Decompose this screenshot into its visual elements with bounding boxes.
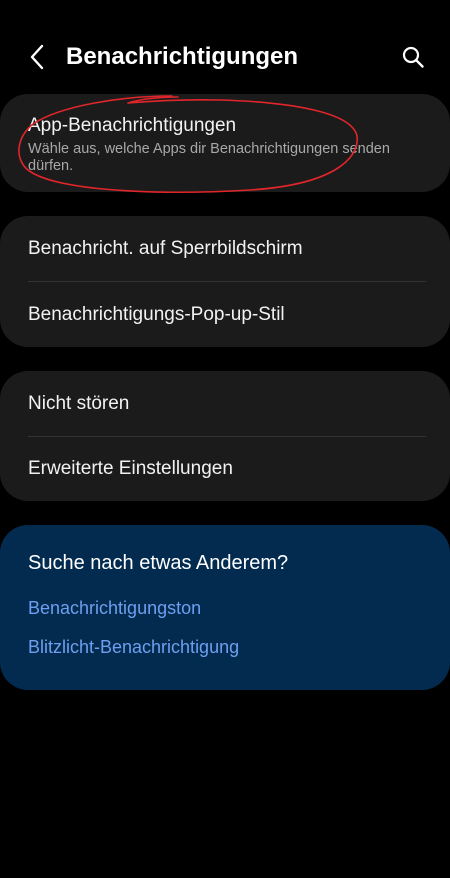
suggestions-card: Suche nach etwas Anderem? Benachrichtigu… (0, 525, 450, 690)
lockscreen-notifications-item[interactable]: Benachricht. auf Sperrbildschirm (28, 237, 426, 261)
settings-group-display: Benachricht. auf Sperrbildschirm Benachr… (0, 216, 450, 347)
settings-group-advanced: Nicht stören Erweiterte Einstellungen (0, 371, 450, 501)
advanced-settings-label: Erweiterte Einstellungen (28, 458, 233, 479)
flash-notification-link[interactable]: Blitzlicht-Benachrichtigung (28, 636, 239, 658)
search-icon (402, 46, 424, 68)
page-title: Benachrichtigungen (66, 43, 299, 70)
app-notifications-item[interactable]: App-Benachrichtigungen Wähle aus, welche… (28, 114, 426, 175)
app-notifications-description: Wähle aus, welche Apps dir Benachrichtig… (28, 141, 390, 174)
chevron-left-icon (30, 44, 44, 70)
notification-sound-link[interactable]: Benachrichtigungston (28, 597, 201, 619)
popup-style-label: Benachrichtigungs-Pop-up-Stil (28, 304, 285, 325)
search-button[interactable] (398, 42, 428, 72)
app-notifications-title: App-Benachrichtigungen (28, 115, 237, 136)
back-button[interactable] (22, 42, 52, 72)
divider (28, 281, 426, 282)
suggestions-heading: Suche nach etwas Anderem? (28, 552, 289, 574)
advanced-settings-item[interactable]: Erweiterte Einstellungen (28, 457, 426, 481)
lockscreen-notifications-label: Benachricht. auf Sperrbildschirm (28, 238, 303, 259)
do-not-disturb-item[interactable]: Nicht stören (28, 392, 426, 416)
app-header: Benachrichtigungen (0, 30, 450, 86)
settings-group-app-notifications: App-Benachrichtigungen Wähle aus, welche… (0, 94, 450, 192)
popup-style-item[interactable]: Benachrichtigungs-Pop-up-Stil (28, 303, 426, 327)
do-not-disturb-label: Nicht stören (28, 393, 130, 414)
divider (28, 436, 426, 437)
